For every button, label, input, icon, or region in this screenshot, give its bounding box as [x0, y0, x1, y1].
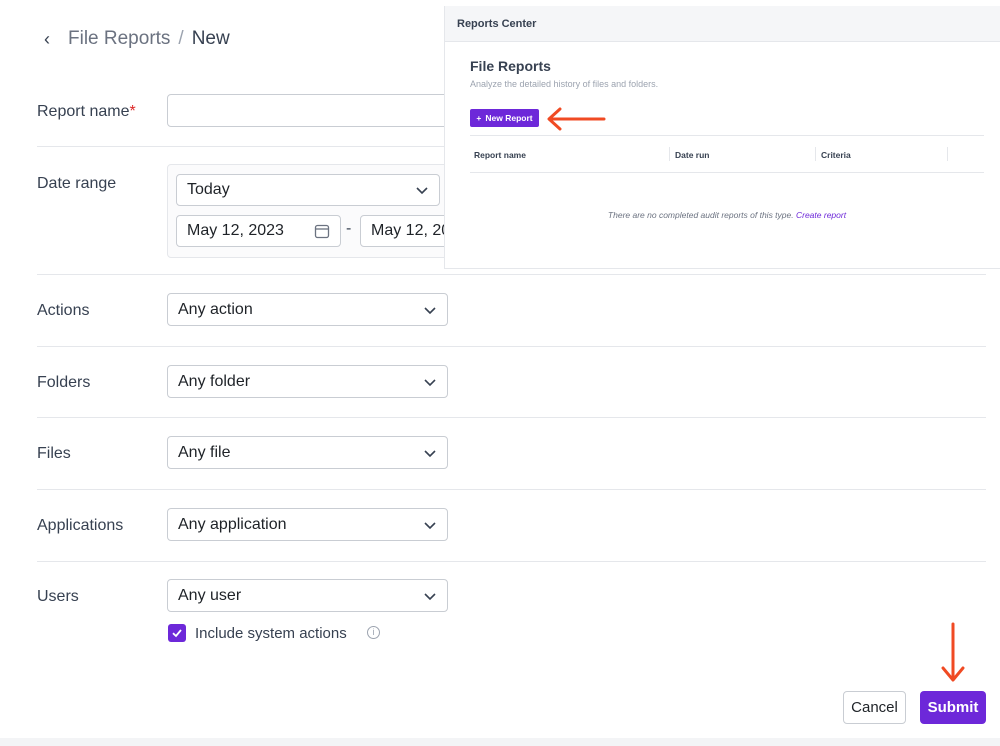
new-report-label: New Report: [485, 113, 533, 123]
chevron-down-icon: [424, 378, 436, 386]
folders-label: Folders: [37, 374, 91, 391]
breadcrumb-separator: /: [178, 28, 184, 49]
reports-center-header: Reports Center: [445, 6, 1000, 42]
column-header-criteria[interactable]: Criteria: [821, 150, 851, 160]
divider: [37, 346, 986, 347]
empty-state-text: There are no completed audit reports of …: [607, 210, 794, 220]
divider: [37, 561, 986, 562]
table-top-border: [470, 135, 984, 136]
end-date-input[interactable]: May 12, 20: [360, 215, 457, 247]
breadcrumb-parent[interactable]: File Reports: [68, 28, 170, 50]
date-range-preset-value: Today: [187, 181, 230, 198]
report-name-label-text: Report name: [37, 103, 130, 120]
divider: [37, 417, 986, 418]
date-range-preset-select[interactable]: Today: [176, 174, 440, 206]
applications-select[interactable]: Any application: [167, 508, 448, 541]
reports-center-panel: Reports Center File Reports Analyze the …: [444, 6, 1000, 269]
breadcrumb-current: New: [191, 28, 230, 49]
chevron-down-icon: [424, 592, 436, 600]
users-select[interactable]: Any user: [167, 579, 448, 612]
folders-value: Any folder: [178, 372, 251, 390]
report-name-label: Report name*: [37, 103, 136, 121]
actions-select[interactable]: Any action: [167, 293, 448, 326]
arrow-down-icon: [941, 622, 965, 682]
arrow-left-icon: [547, 107, 606, 131]
divider: [37, 489, 986, 490]
column-separator: [669, 147, 670, 161]
info-icon[interactable]: i: [367, 626, 380, 639]
column-separator: [947, 147, 948, 161]
breadcrumb: ‹ File Reports / New: [44, 28, 230, 50]
start-date-value: May 12, 2023: [187, 222, 284, 239]
calendar-icon[interactable]: [314, 223, 330, 239]
users-label: Users: [37, 588, 79, 605]
file-reports-title: File Reports: [470, 58, 551, 74]
divider: [37, 274, 986, 275]
create-report-link[interactable]: Create report: [796, 210, 846, 220]
chevron-left-icon[interactable]: ‹: [44, 29, 60, 50]
actions-label: Actions: [37, 302, 90, 319]
column-header-report-name[interactable]: Report name: [474, 150, 526, 160]
chevron-down-icon: [424, 449, 436, 457]
required-mark: *: [129, 103, 136, 120]
check-icon: [172, 629, 182, 638]
start-date-input[interactable]: May 12, 2023: [176, 215, 341, 247]
empty-state-message: There are no completed audit reports of …: [470, 210, 984, 220]
chevron-down-icon: [424, 306, 436, 314]
submit-button[interactable]: Submit: [920, 691, 986, 724]
folders-select[interactable]: Any folder: [167, 365, 448, 398]
end-date-value: May 12, 20: [371, 222, 451, 239]
files-label: Files: [37, 445, 71, 462]
include-system-actions-checkbox[interactable]: [168, 624, 186, 642]
plus-icon: +: [476, 113, 482, 123]
report-name-input[interactable]: [167, 94, 457, 127]
cancel-button[interactable]: Cancel: [843, 691, 906, 724]
files-select[interactable]: Any file: [167, 436, 448, 469]
chevron-down-icon: [416, 187, 428, 195]
files-value: Any file: [178, 443, 231, 461]
applications-label: Applications: [37, 517, 124, 534]
applications-value: Any application: [178, 515, 287, 533]
date-range-dash: -: [346, 220, 352, 237]
table-header-border: [470, 172, 984, 173]
column-header-date-run[interactable]: Date run: [675, 150, 709, 160]
users-value: Any user: [178, 586, 242, 604]
file-reports-subtitle: Analyze the detailed history of files an…: [470, 79, 659, 89]
new-file-report-page: ‹ File Reports / New Report name* Date r…: [0, 0, 1000, 746]
date-range-label: Date range: [37, 175, 117, 192]
bottom-strip: [0, 738, 1000, 746]
include-system-actions-label[interactable]: Include system actions: [195, 625, 347, 642]
new-report-button[interactable]: + New Report: [470, 109, 539, 127]
actions-value: Any action: [178, 300, 253, 318]
column-separator: [815, 147, 816, 161]
chevron-down-icon: [424, 521, 436, 529]
